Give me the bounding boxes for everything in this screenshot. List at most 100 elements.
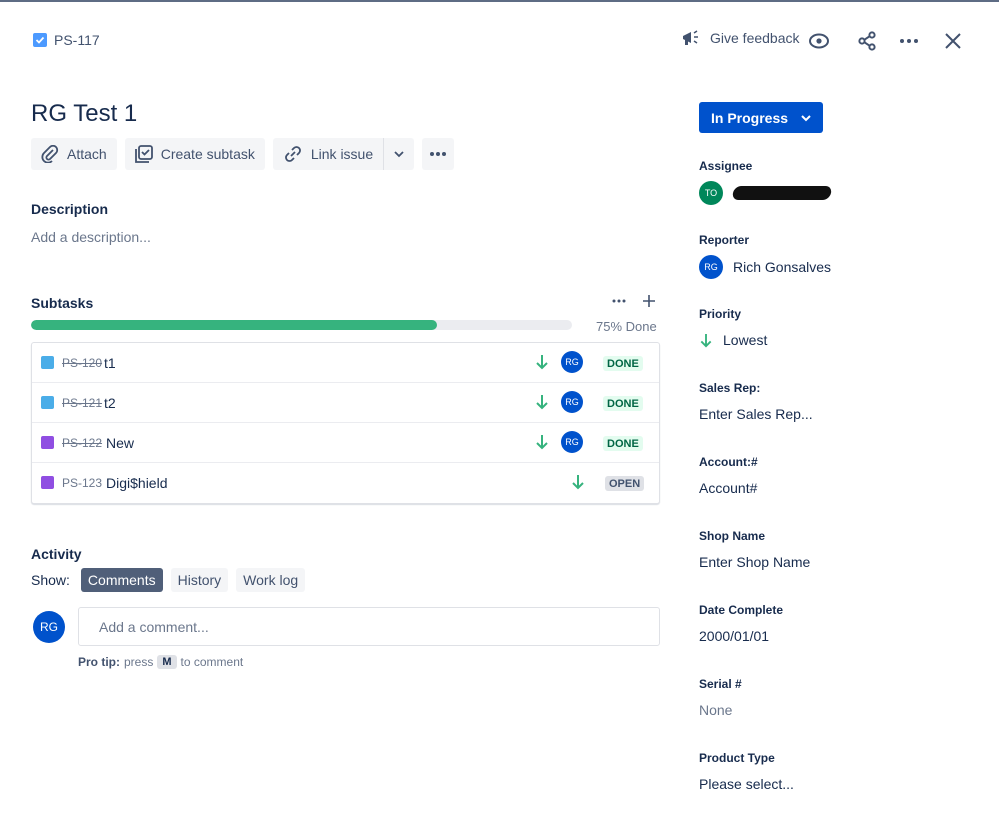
- assignee-avatar: TO: [699, 181, 723, 205]
- subtask-type-icon: [41, 396, 54, 409]
- story-type-icon: [41, 476, 54, 489]
- subtask-assignee-avatar[interactable]: RG: [561, 431, 583, 453]
- subtasks-progress-bar: [31, 320, 572, 330]
- shop-name-label: Shop Name: [699, 529, 766, 543]
- subtask-type-icon: [41, 356, 54, 369]
- product-type-label: Product Type: [699, 751, 775, 765]
- subtasks-progress-label: 75% Done: [596, 319, 657, 334]
- priority-lowest-icon: [536, 355, 548, 370]
- create-subtask-button[interactable]: Create subtask: [124, 138, 265, 170]
- link-issue-dropdown[interactable]: [383, 138, 415, 170]
- status-label: In Progress: [711, 109, 789, 126]
- subtask-row[interactable]: PS-121 t2 RG DONE: [32, 383, 659, 423]
- chevron-down-icon: [801, 114, 811, 121]
- close-icon[interactable]: [941, 29, 965, 53]
- account-label: Account:#: [699, 455, 758, 469]
- link-issue-label: Link issue: [310, 146, 374, 162]
- activity-filter-row: Show: Comments History Work log: [31, 568, 306, 592]
- link-issue-button[interactable]: Link issue: [272, 138, 384, 170]
- story-type-icon: [41, 436, 54, 449]
- date-complete-field[interactable]: 2000/01/01: [699, 628, 769, 644]
- subtask-list: PS-120 t1 RG DONE PS-121 t2 RG DONE PS-1…: [31, 342, 660, 504]
- subtask-row[interactable]: PS-120 t1 RG DONE: [32, 343, 659, 383]
- task-type-icon: [33, 33, 47, 47]
- sales-rep-field[interactable]: Enter Sales Rep...: [699, 406, 813, 422]
- subtask-icon: [134, 145, 153, 163]
- pro-tip-suffix: to comment: [180, 655, 244, 669]
- priority-lowest-icon: [572, 475, 584, 490]
- account-field[interactable]: Account#: [699, 480, 757, 496]
- subtask-row[interactable]: PS-123 Digi$hield OPEN: [32, 463, 659, 503]
- subtasks-actions: [612, 294, 656, 308]
- subtask-status-lozenge[interactable]: DONE: [603, 396, 643, 411]
- link-icon: [284, 146, 301, 162]
- attach-button[interactable]: Attach: [31, 138, 117, 170]
- current-user-avatar: RG: [33, 611, 65, 643]
- status-transition-button[interactable]: In Progress: [699, 102, 823, 133]
- redacted-assignee-name: [731, 186, 833, 200]
- pro-tip: Pro tip: press M to comment: [78, 655, 243, 669]
- link-issue-split-button: Link issue: [272, 138, 415, 170]
- window-top-border: [0, 0, 999, 2]
- priority-lowest-icon: [536, 395, 548, 410]
- filter-worklog-button[interactable]: Work log: [236, 568, 306, 592]
- date-complete-label: Date Complete: [699, 603, 784, 617]
- issue-key-link[interactable]: PS-117: [54, 32, 100, 48]
- subtask-row[interactable]: PS-122 New RG DONE: [32, 423, 659, 463]
- reporter-name: Rich Gonsalves: [733, 259, 832, 275]
- filter-comments-button[interactable]: Comments: [80, 568, 163, 592]
- subtask-summary[interactable]: t2: [104, 395, 116, 411]
- assignee-field[interactable]: TO: [699, 181, 833, 205]
- megaphone-icon: [683, 30, 698, 45]
- subtask-key[interactable]: PS-120: [62, 356, 102, 370]
- product-type-field[interactable]: Please select...: [699, 776, 794, 792]
- subtask-summary[interactable]: New: [106, 435, 134, 451]
- subtask-summary[interactable]: Digi$hield: [106, 475, 167, 491]
- more-icon: [430, 152, 447, 156]
- subtask-key[interactable]: PS-122: [62, 436, 102, 450]
- chevron-down-icon: [394, 151, 404, 158]
- issue-actions-bar: Give feedback: [669, 24, 999, 58]
- issue-toolbar: Attach Create subtask Link issue: [31, 138, 455, 170]
- paperclip-icon: [41, 145, 59, 163]
- subtask-summary[interactable]: t1: [104, 355, 116, 371]
- reporter-field[interactable]: RG Rich Gonsalves: [699, 255, 831, 279]
- add-comment-input[interactable]: Add a comment...: [78, 607, 660, 646]
- subtask-status-lozenge[interactable]: DONE: [603, 436, 643, 451]
- priority-field[interactable]: Lowest: [699, 332, 767, 348]
- priority-lowest-icon: [700, 333, 712, 347]
- description-heading: Description: [31, 201, 109, 217]
- create-subtask-label: Create subtask: [160, 146, 255, 162]
- subtask-key[interactable]: PS-121: [62, 396, 102, 410]
- pro-tip-press: press: [124, 655, 154, 669]
- shop-name-field[interactable]: Enter Shop Name: [699, 554, 810, 570]
- give-feedback-label: Give feedback: [710, 30, 800, 46]
- toolbar-more-button[interactable]: [422, 138, 455, 170]
- activity-show-label: Show:: [31, 572, 70, 588]
- subtask-status-lozenge[interactable]: OPEN: [605, 476, 645, 491]
- issue-title[interactable]: RG Test 1: [31, 100, 137, 128]
- priority-lowest-icon: [536, 435, 548, 450]
- subtask-assignee-avatar[interactable]: RG: [561, 391, 583, 413]
- give-feedback-button[interactable]: Give feedback: [681, 29, 800, 47]
- sales-rep-label: Sales Rep:: [699, 381, 761, 395]
- issue-breadcrumb: PS-117: [33, 32, 100, 48]
- attach-label: Attach: [67, 146, 107, 162]
- subtasks-more-icon[interactable]: [612, 299, 626, 303]
- subtask-key[interactable]: PS-123: [62, 476, 102, 490]
- reporter-avatar: RG: [699, 255, 723, 279]
- reporter-label: Reporter: [699, 233, 750, 247]
- subtask-assignee-avatar[interactable]: RG: [561, 351, 583, 373]
- more-actions-icon[interactable]: [897, 29, 921, 53]
- share-icon[interactable]: [855, 29, 879, 53]
- serial-label: Serial #: [699, 677, 742, 691]
- subtasks-progress-fill: [31, 320, 437, 330]
- subtask-status-lozenge[interactable]: DONE: [603, 356, 643, 371]
- activity-heading: Activity: [31, 546, 82, 562]
- description-field[interactable]: Add a description...: [31, 229, 151, 245]
- filter-history-button[interactable]: History: [170, 568, 229, 592]
- watch-eye-icon[interactable]: [807, 29, 831, 53]
- add-subtask-icon[interactable]: [642, 294, 656, 308]
- serial-field[interactable]: None: [699, 702, 732, 718]
- subtasks-heading: Subtasks: [31, 295, 94, 311]
